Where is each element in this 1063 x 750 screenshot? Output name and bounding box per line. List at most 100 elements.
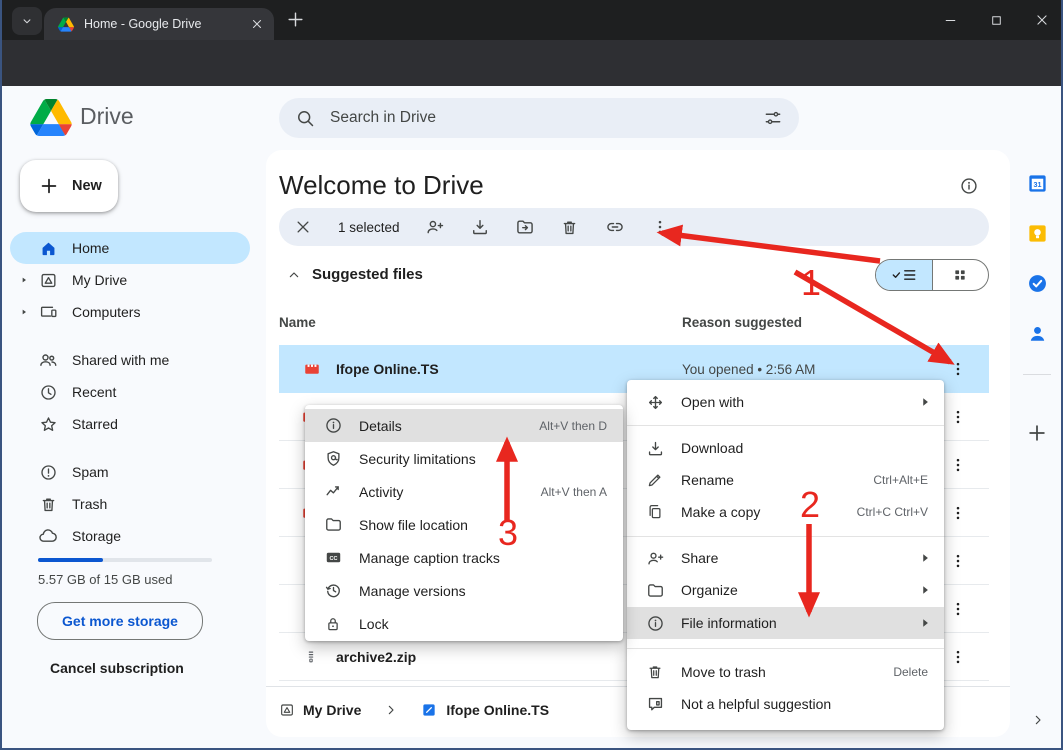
submenu-item-show-file-location[interactable]: Show file location [305, 508, 623, 541]
contacts-icon[interactable] [1026, 322, 1049, 345]
more-vert-icon[interactable] [650, 217, 670, 237]
menu-item-make-a-copy[interactable]: Make a copy Ctrl+C Ctrl+V [627, 496, 944, 528]
row-more-button[interactable] [949, 360, 967, 378]
sidebar-item-home[interactable]: Home [10, 232, 250, 264]
grid-view-button[interactable] [933, 260, 989, 290]
sidebar: New Home My Drive Computers [2, 150, 266, 750]
download-icon [645, 439, 665, 458]
submenu-arrow-icon [918, 395, 932, 409]
menu-item-open-with[interactable]: Open with [627, 386, 944, 418]
drive-logo [30, 99, 72, 136]
row-more-button[interactable] [949, 456, 967, 474]
sidebar-item-computers[interactable]: Computers [10, 296, 250, 328]
move-folder-icon[interactable] [515, 217, 535, 237]
lock-icon [323, 615, 343, 633]
submenu-item-security-limitations[interactable]: Security limitations [305, 442, 623, 475]
row-more-button[interactable] [949, 552, 967, 570]
cc-icon: CC [323, 548, 343, 567]
submenu-item-activity[interactable]: Activity Alt+V then A [305, 475, 623, 508]
pencil-icon [645, 471, 665, 489]
sidebar-item-shared-with-me[interactable]: Shared with me [10, 344, 250, 376]
breadcrumb-file[interactable]: Ifope Online.TS [446, 702, 549, 718]
get-more-storage-button[interactable]: Get more storage [37, 602, 203, 640]
breadcrumb: My Drive Ifope Online.TS [279, 698, 549, 722]
my-drive-icon [38, 271, 58, 290]
search-bar[interactable]: Search in Drive [279, 98, 799, 138]
grid-view-icon [952, 267, 968, 283]
my-drive-icon [279, 702, 295, 718]
tasks-icon[interactable] [1026, 272, 1049, 295]
new-button[interactable]: New [20, 160, 118, 212]
person-add-icon [645, 549, 665, 568]
window-maximize-button[interactable] [976, 0, 1016, 40]
sidebar-item-recent[interactable]: Recent [10, 376, 250, 408]
row-more-button[interactable] [949, 408, 967, 426]
chevron-right-icon [383, 702, 399, 718]
list-view-button[interactable] [876, 260, 932, 290]
search-input[interactable]: Search in Drive [330, 109, 763, 127]
window-minimize-button[interactable] [930, 0, 970, 40]
clock-icon [38, 383, 58, 402]
list-view-check-icon [891, 267, 917, 283]
sidebar-item-my-drive[interactable]: My Drive [10, 264, 250, 296]
column-header-name[interactable]: Name [279, 315, 316, 330]
add-apps-button[interactable] [1026, 422, 1048, 444]
storage-used-text: 5.57 GB of 15 GB used [38, 572, 172, 587]
star-icon [38, 415, 58, 434]
window-close-button[interactable] [1022, 0, 1062, 40]
expand-caret-icon[interactable] [20, 276, 30, 284]
page-title: Welcome to Drive [279, 170, 484, 201]
info-icon [645, 614, 665, 633]
download-icon[interactable] [470, 217, 490, 237]
video-file-icon [302, 360, 322, 378]
hide-panel-chevron-icon[interactable] [1030, 712, 1046, 728]
sidebar-item-spam[interactable]: Spam [10, 456, 250, 488]
submenu-arrow-icon [918, 551, 932, 565]
submenu-item-manage-caption-tracks[interactable]: CC Manage caption tracks [305, 541, 623, 574]
search-icon [295, 108, 316, 129]
svg-text:31: 31 [1034, 181, 1042, 189]
row-more-button[interactable] [949, 504, 967, 522]
breadcrumb-root[interactable]: My Drive [303, 702, 361, 718]
person-add-icon[interactable] [425, 217, 445, 237]
submenu-item-manage-versions[interactable]: Manage versions [305, 574, 623, 607]
submenu-item-lock[interactable]: Lock [305, 607, 623, 640]
activity-icon [323, 482, 343, 501]
new-tab-button[interactable] [286, 10, 305, 29]
menu-item-move-to-trash[interactable]: Move to trash Delete [627, 656, 944, 688]
browser-tab[interactable]: Home - Google Drive [44, 8, 274, 40]
tab-title: Home - Google Drive [84, 17, 250, 31]
tab-close-icon[interactable] [250, 17, 264, 31]
row-more-button[interactable] [949, 600, 967, 618]
folder-icon [645, 581, 665, 600]
menu-item-organize[interactable]: Organize [627, 574, 944, 606]
column-header-reason[interactable]: Reason suggested [682, 315, 802, 330]
submenu-arrow-icon [918, 583, 932, 597]
drive-favicon [58, 17, 74, 32]
feedback-icon [645, 695, 665, 714]
calendar-icon[interactable]: 31 [1026, 172, 1049, 195]
menu-item-download[interactable]: Download [627, 432, 944, 464]
menu-item-not-helpful[interactable]: Not a helpful suggestion [627, 688, 944, 720]
row-more-button[interactable] [949, 648, 967, 666]
sidebar-item-storage[interactable]: Storage [10, 520, 250, 552]
page-info-icon[interactable] [959, 176, 979, 196]
link-icon[interactable] [605, 217, 625, 237]
collapse-section-chevron-icon[interactable] [286, 267, 302, 283]
menu-item-rename[interactable]: Rename Ctrl+Alt+E [627, 464, 944, 496]
trash-icon[interactable] [560, 217, 580, 237]
submenu-item-details[interactable]: Details Alt+V then D [305, 409, 623, 442]
sidebar-item-starred[interactable]: Starred [10, 408, 250, 440]
keep-icon[interactable] [1026, 222, 1049, 245]
menu-item-share[interactable]: Share [627, 542, 944, 574]
shared-people-icon [38, 350, 58, 370]
view-toggle [875, 259, 989, 291]
tab-search-button[interactable] [12, 7, 42, 35]
side-panel: 31 [1010, 86, 1063, 750]
expand-caret-icon[interactable] [20, 308, 30, 316]
sidebar-item-trash[interactable]: Trash [10, 488, 250, 520]
cancel-subscription-link[interactable]: Cancel subscription [50, 660, 184, 676]
menu-item-file-information[interactable]: File information [627, 607, 944, 639]
clear-selection-button[interactable] [293, 217, 313, 237]
search-options-tune-icon[interactable] [763, 108, 783, 128]
